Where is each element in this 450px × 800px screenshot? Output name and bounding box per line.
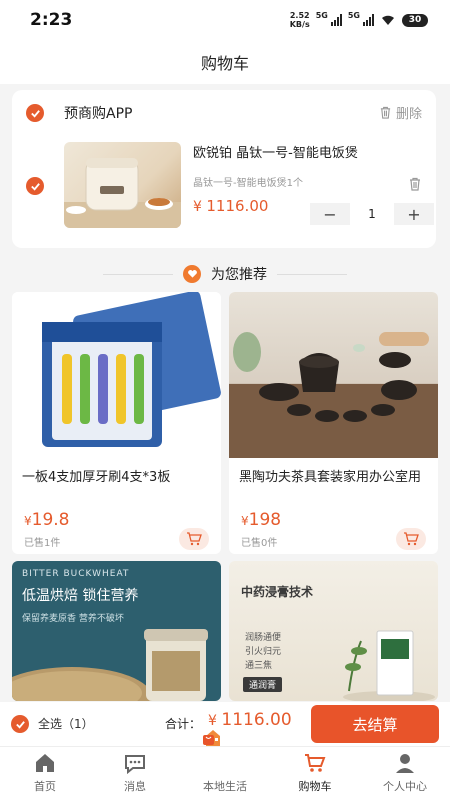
checkout-bar: 全选（1） 合计： ¥ 1116.00 去结算	[0, 702, 450, 746]
local-life-icon	[203, 730, 220, 746]
divider	[277, 273, 347, 275]
rice-cooker-image[interactable]	[64, 142, 181, 228]
tab-home[interactable]: 首页	[0, 747, 90, 800]
banner-tag: 通润膏	[243, 677, 283, 692]
wifi-icon	[382, 15, 394, 25]
trash-icon	[380, 106, 391, 119]
increase-button[interactable]: +	[394, 203, 434, 225]
recommend-title: 为您推荐	[211, 267, 267, 283]
signal-icon	[363, 14, 374, 26]
delete-label: 删除	[395, 107, 422, 122]
banner-en-text: BITTER BUCKWHEAT	[22, 569, 130, 579]
item-delete-button[interactable]	[408, 176, 422, 195]
banner-lines: 润肠通便 引火归元 通三焦	[245, 633, 282, 671]
divider	[103, 273, 173, 275]
add-to-cart-button[interactable]	[396, 528, 426, 550]
add-to-cart-button[interactable]	[179, 528, 209, 550]
banner-title: 低温烘焙 锁住营养	[22, 588, 139, 604]
check-icon	[30, 109, 40, 118]
cart-icon	[305, 754, 326, 772]
status-bar: 2:23 2.52 KB/s 5G 5G 30	[0, 0, 450, 40]
heart-icon	[183, 265, 201, 283]
status-icons: 2.52 KB/s 5G 5G 30	[290, 11, 428, 29]
item-price: ¥ 1116.00	[193, 197, 269, 215]
product-card[interactable]: BITTER BUCKWHEAT 低温烘焙 锁住营养 保留养麦原香 营养不破坏	[12, 561, 221, 701]
battery-icon: 30	[402, 13, 428, 27]
home-icon	[36, 754, 54, 772]
quantity-value[interactable]: 1	[350, 207, 394, 221]
banner-subtitle: 保留养麦原香 营养不破坏	[22, 614, 124, 624]
medicine-box-image	[343, 630, 435, 701]
sold-count: 已售0件	[241, 538, 278, 549]
cart-store-card: 预商购APP 删除 欧锐铂 晶钛一号-智能电饭煲 晶钛一号-智能电饭煲1个 ¥ …	[12, 90, 436, 248]
network-speed: 2.52 KB/s	[289, 11, 310, 29]
product-price: ¥19.8	[24, 510, 70, 530]
buckwheat-image	[12, 629, 208, 701]
total-label: 合计：	[165, 717, 202, 731]
recommend-header: 为您推荐	[0, 262, 450, 286]
header: 购物车	[0, 40, 450, 84]
cart-icon	[404, 532, 419, 546]
toothbrush-image	[12, 292, 221, 458]
item-spec[interactable]: 晶钛一号-智能电饭煲1个	[193, 174, 303, 189]
tab-profile[interactable]: 个人中心	[360, 747, 450, 800]
product-name: 一板4支加厚牙刷4支*3板	[22, 470, 171, 485]
tab-cart[interactable]: 购物车	[270, 747, 360, 800]
sold-count: 已售1件	[24, 538, 61, 549]
tea-set-image	[229, 292, 438, 458]
store-checkbox[interactable]	[26, 104, 44, 122]
tab-messages[interactable]: 消息	[90, 747, 180, 800]
check-icon	[15, 720, 25, 729]
item-title[interactable]: 欧锐铂 晶钛一号-智能电饭煲	[193, 142, 358, 161]
cart-icon	[187, 532, 202, 546]
product-card[interactable]: 一板4支加厚牙刷4支*3板 ¥19.8 已售1件	[12, 292, 221, 554]
product-price: ¥198	[241, 510, 282, 530]
trash-icon	[410, 177, 420, 191]
check-icon	[30, 182, 40, 191]
decrease-button[interactable]: −	[310, 203, 350, 225]
product-name: 黑陶功夫茶具套装家用办公室用	[239, 470, 422, 485]
delete-button[interactable]: 删除	[379, 103, 422, 122]
person-icon	[396, 754, 414, 773]
tab-local-life[interactable]: 本地生活	[180, 730, 270, 800]
store-name: 预商购APP	[64, 106, 133, 122]
message-icon	[125, 755, 145, 775]
checkout-button[interactable]: 去结算	[311, 705, 439, 743]
page-title: 购物车	[200, 54, 249, 73]
item-checkbox[interactable]	[26, 177, 44, 195]
select-all-label[interactable]: 全选（1）	[38, 715, 94, 732]
quantity-stepper: − 1 +	[310, 203, 434, 225]
select-all-checkbox[interactable]	[11, 715, 29, 733]
product-card[interactable]: 黑陶功夫茶具套装家用办公室用 ¥198 已售0件	[229, 292, 438, 554]
status-time: 2:23	[30, 10, 73, 30]
product-card[interactable]: 中药浸膏技术 润肠通便 引火归元 通三焦 通润膏	[229, 561, 438, 701]
tab-bar: 首页 消息 本地生活 购物车 个人中心	[0, 730, 450, 800]
banner-title: 中药浸膏技术	[241, 585, 314, 599]
signal-icon	[330, 14, 342, 26]
